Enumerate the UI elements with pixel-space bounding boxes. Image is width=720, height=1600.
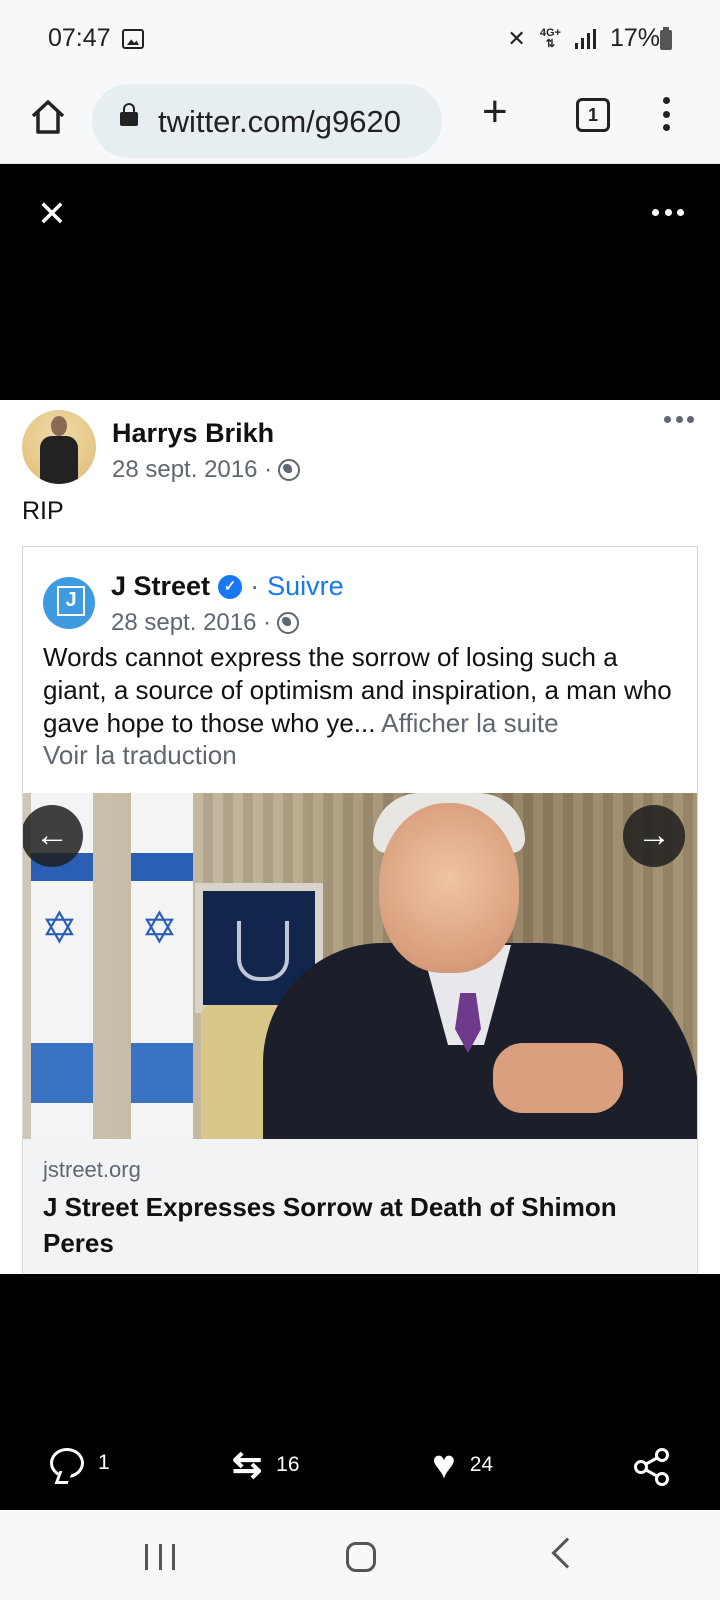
post-photo[interactable]: ✡ ✡ ← → xyxy=(23,793,697,1139)
url-text: twitter.com/g9620 xyxy=(158,104,401,139)
see-more-link[interactable]: Afficher la suite xyxy=(381,708,558,738)
post-more-button[interactable] xyxy=(664,416,694,426)
status-right: ✕ 4G+ ⇅ 17% xyxy=(507,24,660,53)
system-nav-bar xyxy=(0,1510,720,1600)
tab-switcher-button[interactable]: 1 xyxy=(576,98,610,132)
author-name[interactable]: Harrys Brikh xyxy=(112,418,274,449)
verified-badge-icon: ✓ xyxy=(218,574,243,599)
like-button[interactable]: ♥ 24 xyxy=(432,1443,494,1487)
more-options-button[interactable] xyxy=(652,206,684,218)
share-icon xyxy=(634,1448,669,1486)
back-button[interactable] xyxy=(551,1537,583,1569)
like-count: 24 xyxy=(469,1453,494,1476)
shared-post[interactable]: J Street ✓ · Suivre 28 sept. 2016 · Word… xyxy=(22,546,698,1274)
post-meta: 28 sept. 2016 · xyxy=(112,456,301,484)
action-bar: 1 ⇆ 16 ♥ 24 xyxy=(0,1440,720,1500)
post-date: 28 sept. 2016 · xyxy=(112,456,273,483)
shared-date: 28 sept. 2016 · xyxy=(111,609,272,636)
portrait-face xyxy=(379,803,519,973)
avatar[interactable] xyxy=(22,410,96,484)
battery-text: 17% xyxy=(609,24,660,52)
mute-icon: ✕ xyxy=(507,25,526,51)
status-time: 07:47 xyxy=(48,24,111,52)
shared-meta: 28 sept. 2016 · xyxy=(111,609,300,637)
next-arrow-icon[interactable]: → xyxy=(623,805,685,867)
browser-menu-button[interactable] xyxy=(656,94,676,134)
signal-icon xyxy=(574,28,596,49)
home-icon xyxy=(31,100,65,134)
battery-icon xyxy=(660,27,672,50)
reply-icon xyxy=(50,1448,84,1478)
follow-link[interactable]: Suivre xyxy=(267,571,344,602)
retweet-icon: ⇆ xyxy=(232,1444,263,1485)
post-card: Harrys Brikh 28 sept. 2016 · RIP J Stree… xyxy=(0,400,720,1274)
recents-button[interactable] xyxy=(145,1544,175,1570)
address-bar[interactable]: twitter.com/g9620 xyxy=(92,84,442,158)
link-title: J Street Expresses Sorrow at Death of Sh… xyxy=(43,1192,617,1258)
globe-icon xyxy=(278,459,301,481)
post-text: RIP xyxy=(22,497,64,525)
system-home-button[interactable] xyxy=(346,1542,376,1572)
lock-icon xyxy=(120,103,138,126)
heart-icon: ♥ xyxy=(432,1443,456,1487)
previous-arrow-icon[interactable]: ← xyxy=(23,805,83,867)
retweet-count: 16 xyxy=(276,1453,300,1476)
network-label: 4G+ ⇅ xyxy=(539,26,561,50)
flag-image: ✡ xyxy=(131,793,193,1139)
close-icon[interactable]: ✕ xyxy=(36,196,68,232)
browser-toolbar: twitter.com/g9620 + 1 xyxy=(0,80,720,164)
page-avatar[interactable] xyxy=(43,577,95,629)
new-tab-button[interactable]: + xyxy=(482,90,508,134)
home-button[interactable] xyxy=(28,97,68,137)
status-bar: 07:47 ✕ 4G+ ⇅ 17% xyxy=(0,0,720,80)
network-type: 4G+ xyxy=(539,26,561,39)
globe-icon xyxy=(277,612,300,634)
shared-header: J Street ✓ · Suivre xyxy=(111,571,344,602)
reply-button[interactable]: 1 xyxy=(50,1448,110,1478)
page-name[interactable]: J Street xyxy=(111,571,210,602)
link-preview[interactable]: jstreet.org J Street Expresses Sorrow at… xyxy=(23,1139,697,1274)
image-notification-icon xyxy=(122,29,144,49)
shared-text: Words cannot express the sorrow of losin… xyxy=(43,642,672,738)
shared-body: Words cannot express the sorrow of losin… xyxy=(43,641,683,740)
reply-count: 1 xyxy=(98,1451,110,1474)
link-domain: jstreet.org xyxy=(43,1157,141,1182)
separator-dot: · xyxy=(250,571,260,601)
share-button[interactable] xyxy=(632,1448,672,1486)
see-translation-link[interactable]: Voir la traduction xyxy=(43,740,237,771)
retweet-button[interactable]: ⇆ 16 xyxy=(232,1444,300,1485)
